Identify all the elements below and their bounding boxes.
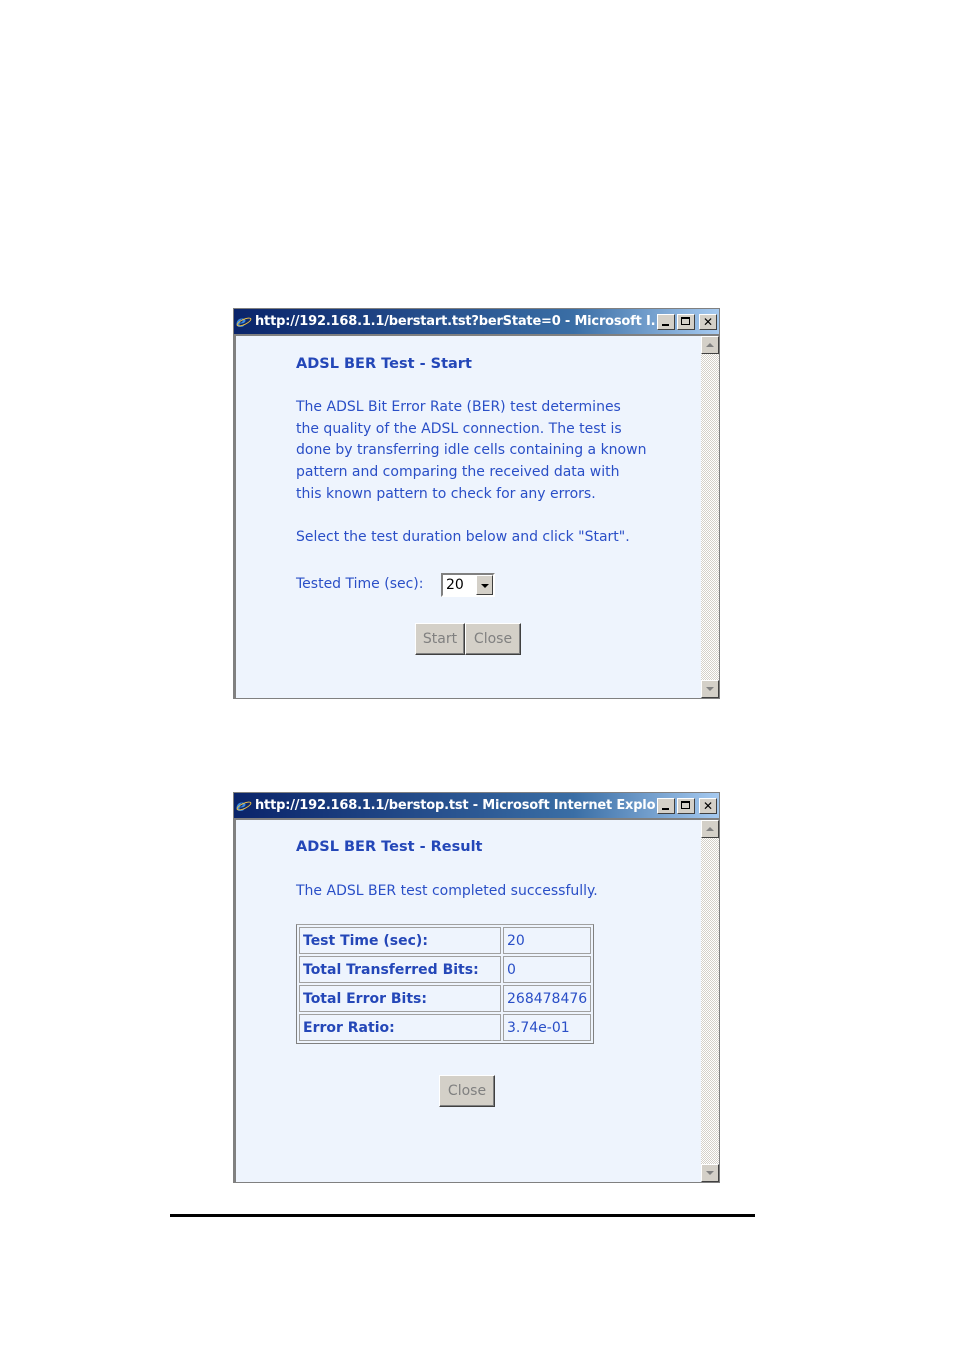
- scroll-up-icon[interactable]: [701, 820, 719, 838]
- ber-result-window: e http://192.168.1.1/berstop.tst - Micro…: [233, 792, 720, 1183]
- result-value: 20: [503, 927, 592, 954]
- ber-start-window: e http://192.168.1.1/berstart.tst?berSta…: [233, 308, 720, 699]
- result-value: 268478476: [503, 985, 592, 1012]
- result-label: Test Time (sec):: [299, 927, 501, 954]
- close-window-button[interactable]: ✕: [699, 313, 717, 330]
- description-line: done by transferring idle cells containi…: [296, 442, 647, 459]
- minimize-button[interactable]: [657, 313, 675, 330]
- page-content: ADSL BER Test - Result The ADSL BER test…: [236, 820, 701, 1182]
- start-button[interactable]: Start: [415, 623, 465, 655]
- close-icon: ✕: [702, 798, 714, 813]
- table-row: Error Ratio: 3.74e-01: [299, 1014, 592, 1041]
- chevron-down-icon[interactable]: [476, 575, 493, 595]
- close-icon: ✕: [702, 314, 714, 329]
- close-button[interactable]: Close: [465, 623, 521, 655]
- results-table: Test Time (sec): 20 Total Transferred Bi…: [296, 924, 595, 1044]
- page-content: ADSL BER Test - Start The ADSL Bit Error…: [236, 336, 701, 698]
- minimize-button[interactable]: [657, 797, 675, 814]
- table-row: Test Time (sec): 20: [299, 927, 592, 954]
- vertical-scrollbar[interactable]: [701, 336, 719, 698]
- vertical-scrollbar[interactable]: [701, 820, 719, 1182]
- tested-time-value: 20: [446, 577, 464, 593]
- page-title: ADSL BER Test - Result: [296, 839, 483, 855]
- scroll-up-icon[interactable]: [701, 336, 719, 354]
- description-line: pattern and comparing the received data …: [296, 464, 620, 481]
- title-bar[interactable]: e http://192.168.1.1/berstop.tst - Micro…: [234, 793, 719, 818]
- window-title: http://192.168.1.1/berstop.tst - Microso…: [255, 798, 655, 813]
- result-label: Error Ratio:: [299, 1014, 501, 1041]
- ie-icon: e: [235, 312, 253, 331]
- page-title: ADSL BER Test - Start: [296, 356, 472, 372]
- result-value: 3.74e-01: [503, 1014, 592, 1041]
- horizontal-divider: [170, 1214, 755, 1217]
- scroll-down-icon[interactable]: [701, 1164, 719, 1182]
- tested-time-label: Tested Time (sec):: [296, 576, 424, 592]
- scroll-down-icon[interactable]: [701, 680, 719, 698]
- result-value: 0: [503, 956, 592, 983]
- description: The ADSL Bit Error Rate (BER) test deter…: [296, 397, 646, 506]
- maximize-button[interactable]: [677, 313, 695, 330]
- result-label: Total Transferred Bits:: [299, 956, 501, 983]
- table-row: Total Error Bits: 268478476: [299, 985, 592, 1012]
- status-text: The ADSL BER test completed successfully…: [296, 883, 598, 899]
- instruction-text: Select the test duration below and click…: [296, 529, 630, 545]
- result-label: Total Error Bits:: [299, 985, 501, 1012]
- close-button[interactable]: Close: [439, 1075, 495, 1107]
- title-bar[interactable]: e http://192.168.1.1/berstart.tst?berSta…: [234, 309, 719, 334]
- tested-time-select[interactable]: 20: [441, 573, 495, 597]
- table-row: Total Transferred Bits: 0: [299, 956, 592, 983]
- description-line: this known pattern to check for any erro…: [296, 485, 596, 502]
- close-window-button[interactable]: ✕: [699, 797, 717, 814]
- maximize-button[interactable]: [677, 797, 695, 814]
- window-title: http://192.168.1.1/berstart.tst?berState…: [255, 314, 655, 329]
- ie-icon: e: [235, 796, 253, 815]
- description-line: The ADSL Bit Error Rate (BER) test deter…: [296, 399, 621, 415]
- description-line: the quality of the ADSL connection. The …: [296, 420, 622, 437]
